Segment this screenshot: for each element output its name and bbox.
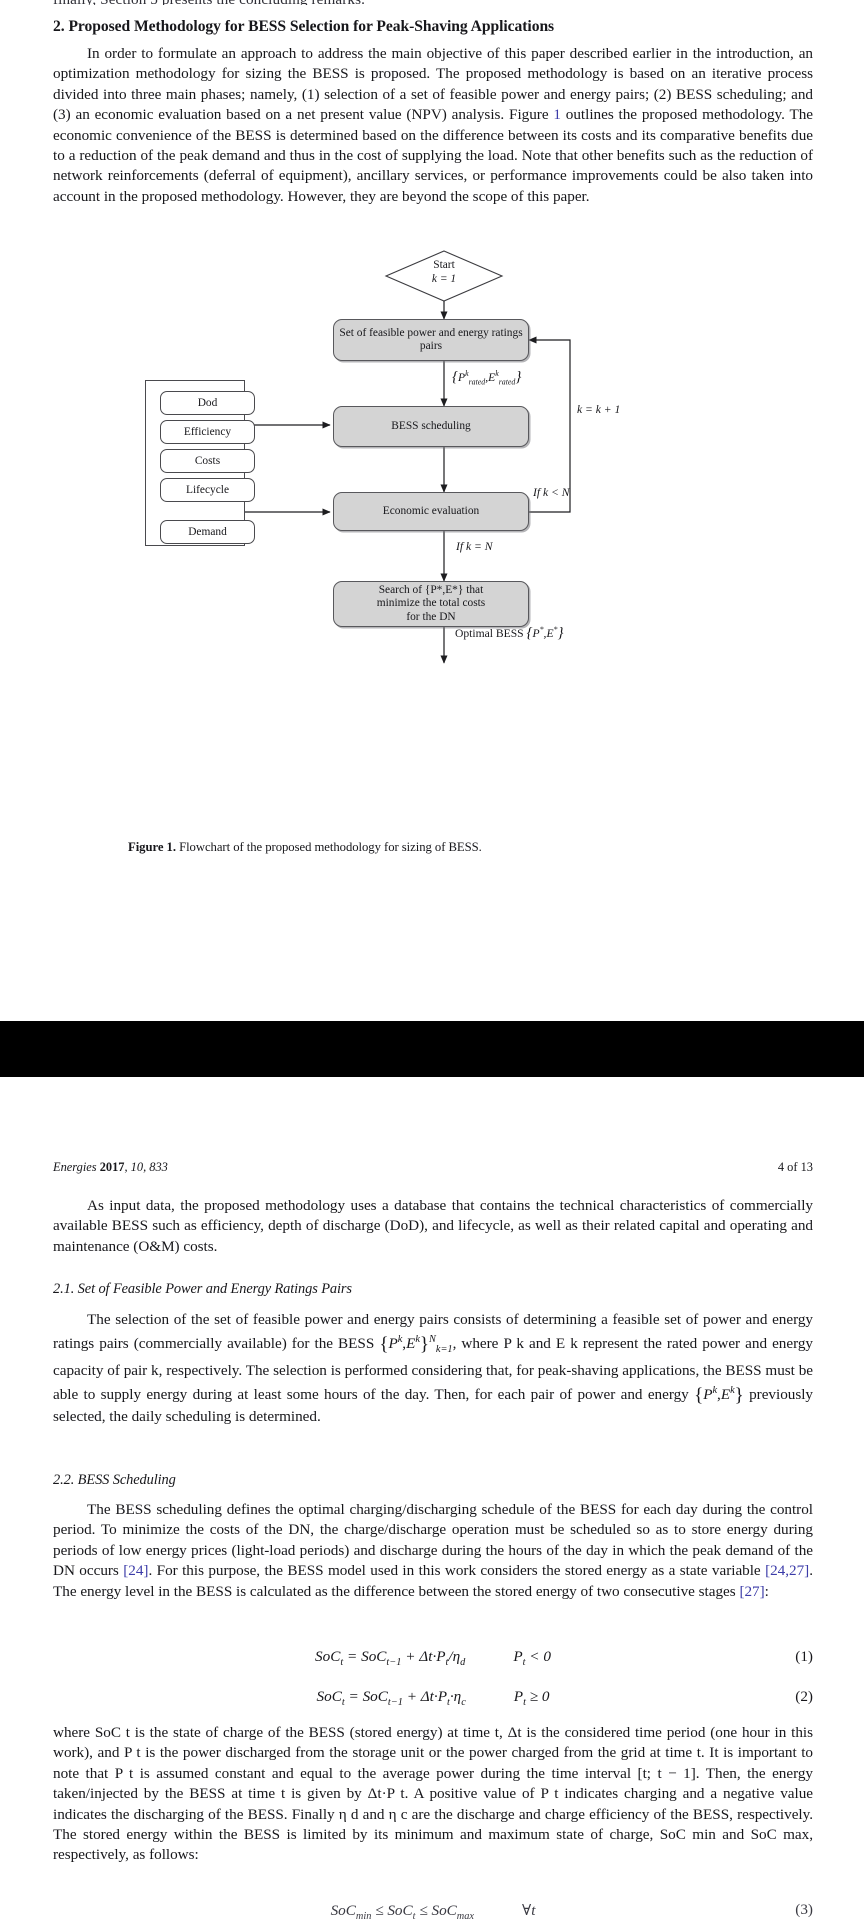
paragraph-intro: In order to formulate an approach to add… [53,44,813,207]
page-number: 4 of 13 [777,1160,813,1174]
journal-volume: , 10, 833 [124,1160,168,1174]
start-init-text: k = 1 [431,272,457,285]
subsection-heading-2-2: 2.2. BESS Scheduling [53,1472,176,1488]
equation-1-number: (1) [795,1648,813,1665]
equation-2-row: SoCt = SoCt−1 + Δt·Pt·ηc Pt ≥ 0 (2) [53,1688,813,1712]
node-economic-evaluation[interactable]: Economic evaluation [333,492,529,531]
inline-math-pair-set-indexed: {Pk,Ek}Nk=1 [379,1334,453,1356]
input-box-costs-label: Costs [194,455,221,467]
input-box-efficiency[interactable]: Efficiency [160,420,255,444]
paragraph-2-2-part-b: . For this purpose, the BESS model used … [148,1562,766,1580]
section-heading-2: 2. Proposed Methodology for BESS Selecti… [53,18,555,35]
node-search-line-3: for the DN [406,610,456,623]
journal-name: Energies [53,1160,97,1174]
equation-1: SoCt = SoCt−1 + Δt·Pt/ηd Pt < 0 [315,1648,551,1669]
equation-2-number: (2) [795,1688,813,1705]
subsection-heading-2-1: 2.1. Set of Feasible Power and Energy Ra… [53,1281,352,1297]
paragraph-where-text: where SoC t is the state of charge of th… [53,1723,813,1866]
inline-math-pair-set: {Pk,Ek} [694,1385,744,1407]
input-box-costs[interactable]: Costs [160,449,255,473]
paragraph-2-1: The selection of the set of feasible pow… [53,1310,813,1427]
citation-24[interactable]: [24] [123,1562,148,1579]
page-separator-bar [0,1021,864,1077]
node-search-line-2: minimize the total costs [376,597,486,610]
figure-1-caption-text: Flowchart of the proposed methodology fo… [175,840,482,854]
paragraph-input-data-text: As input data, the proposed methodology … [53,1196,813,1257]
node-feasible-pairs-label: Set of feasible power and energy ratings… [339,326,523,352]
equation-3-number: (3) [795,1901,813,1918]
cut-off-top-text: finally, Section 5 presents the concludi… [53,0,365,5]
journal-year: 2017 [99,1160,125,1174]
paragraph-2-2-text: The BESS scheduling defines the optimal … [53,1500,813,1602]
edge-label-optimal-bess: Optimal BESS {P*,E*} [455,625,564,641]
journal-citation: Energies 2017, 10, 833 [53,1160,168,1175]
node-feasible-pairs[interactable]: Set of feasible power and energy ratings… [333,319,529,361]
figure-1-flowchart: Start k = 1 Set of feasible power and en… [0,243,864,813]
paragraph-intro-text: In order to formulate an approach to add… [53,44,813,207]
input-box-dod[interactable]: Dod [160,391,255,415]
paragraph-input-data: As input data, the proposed methodology … [53,1196,813,1257]
input-box-dod-label: Dod [197,397,218,409]
equation-2: SoCt = SoCt−1 + Δt·Pt·ηc Pt ≥ 0 [316,1688,550,1709]
edge-label-if-k-less-n: If k < N [533,486,570,499]
node-search-line-1: Search of {P*,E*} that [378,583,484,596]
node-bess-scheduling-label: BESS scheduling [391,419,471,432]
input-box-demand-label: Demand [188,526,227,538]
paragraph-2-1-text: The selection of the set of feasible pow… [53,1310,813,1427]
input-box-lifecycle[interactable]: Lifecycle [160,478,255,502]
edge-label-k-increment: k = k + 1 [577,403,621,416]
citation-24-27[interactable]: [24,27] [765,1562,809,1579]
page-running-header: Energies 2017, 10, 833 4 of 13 [53,1160,813,1175]
edge-label-rated-pair: {Pkrated,Ekrated} [452,369,522,387]
cut-off-top-line: finally, Section 5 presents the concludi… [53,0,813,5]
paragraph-input-data-body: As input data, the proposed methodology … [53,1197,813,1255]
edge-label-if-k-equals-n: If k = N [456,540,493,553]
equation-3: SoCmin ≤ SoCt ≤ SoCmax ∀t [330,1902,536,1920]
paragraph-where-body: where SoC t is the state of charge of th… [53,1724,813,1864]
start-node-label: Start k = 1 [406,259,482,286]
figure-reference-link[interactable]: 1 [553,106,561,123]
input-box-demand[interactable]: Demand [160,520,255,544]
node-bess-scheduling[interactable]: BESS scheduling [333,406,529,447]
citation-27[interactable]: [27] [739,1583,764,1600]
figure-1-caption-label: Figure 1. [128,840,176,854]
start-label-text: Start [433,259,455,271]
node-economic-evaluation-label: Economic evaluation [382,504,480,517]
node-search-optimal[interactable]: Search of {P*,E*} that minimize the tota… [333,581,529,627]
paragraph-2-2: The BESS scheduling defines the optimal … [53,1500,813,1602]
equation-1-row: SoCt = SoCt−1 + Δt·Pt/ηd Pt < 0 (1) [53,1648,813,1672]
figure-1-caption: Figure 1. Flowchart of the proposed meth… [128,840,748,855]
paragraph-2-2-part-d: : [764,1582,769,1600]
input-box-efficiency-label: Efficiency [183,426,232,438]
input-box-lifecycle-label: Lifecycle [186,484,229,496]
paragraph-where-definitions: where SoC t is the state of charge of th… [53,1723,813,1866]
equation-3-row: SoCmin ≤ SoCt ≤ SoCmax ∀t (3) [53,1901,813,1920]
